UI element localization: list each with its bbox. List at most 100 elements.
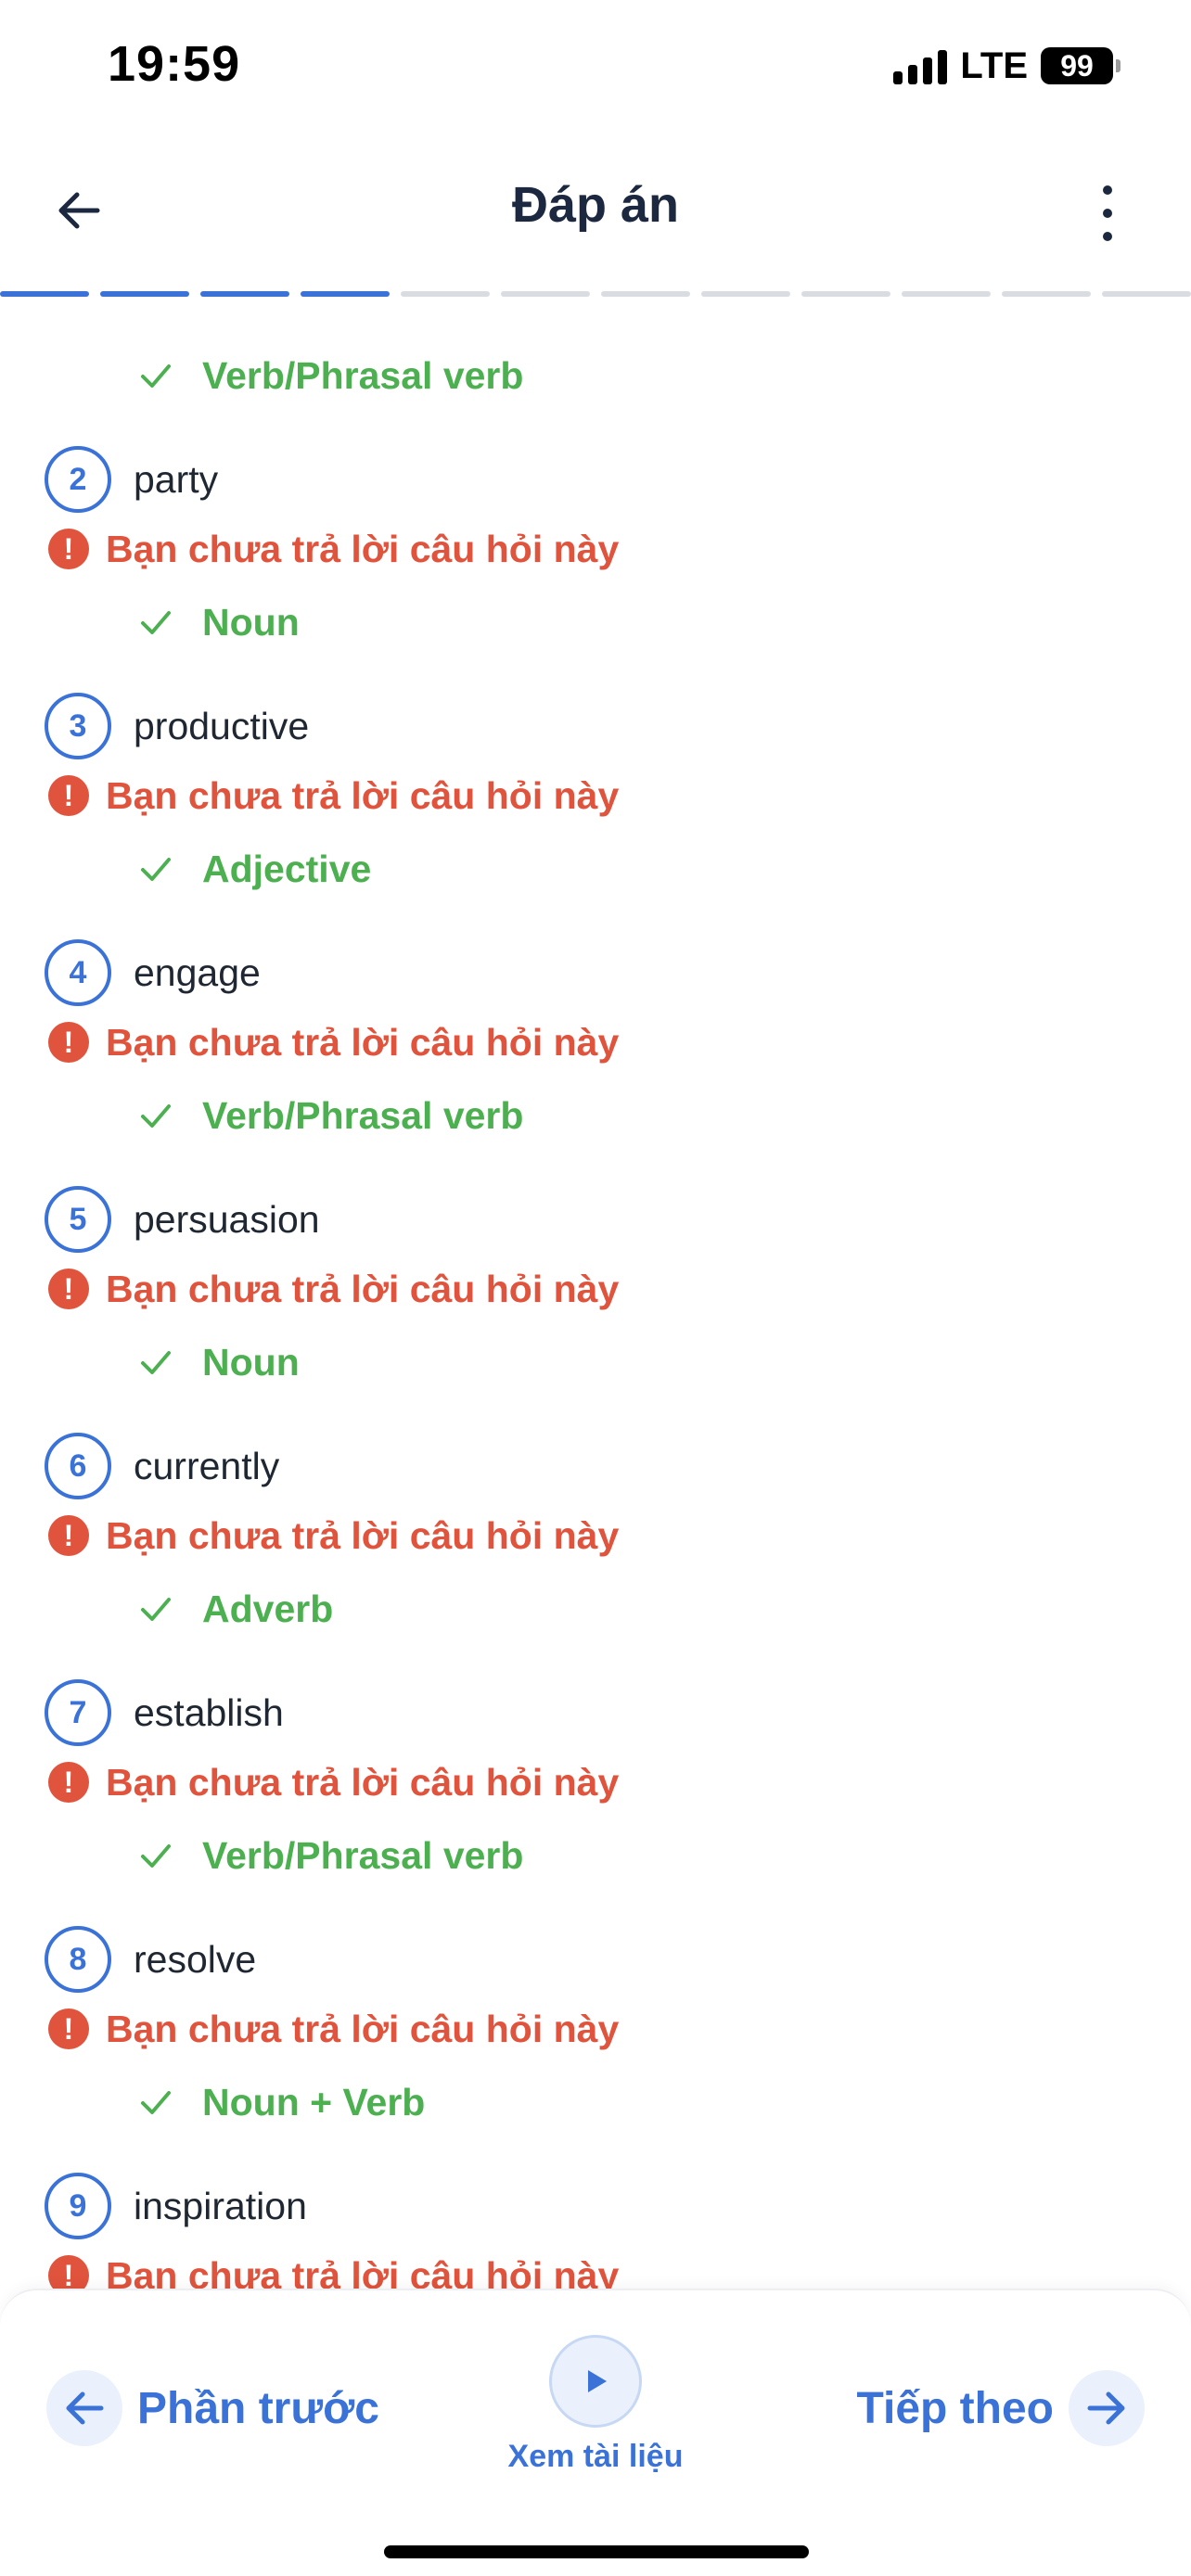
signal-icon — [893, 47, 948, 84]
unanswered-status: ! Bạn chưa trả lời câu hỏi này — [0, 1506, 1191, 1565]
previous-section-label: Phần trước — [137, 2383, 379, 2433]
exclamation-circle-icon: ! — [48, 1515, 89, 1556]
question-item: 4 engage ! Bạn chưa trả lời câu hỏi này … — [0, 933, 1191, 1148]
check-icon — [137, 1590, 174, 1627]
question-word: persuasion — [134, 1197, 320, 1241]
exclamation-circle-icon: ! — [48, 2009, 89, 2049]
question-row[interactable]: 7 establish — [0, 1673, 1191, 1753]
check-icon — [137, 1344, 174, 1381]
progress-segment — [0, 291, 89, 297]
arrow-right-icon — [1069, 2370, 1145, 2446]
question-row[interactable]: 6 currently — [0, 1426, 1191, 1506]
unanswered-status: ! Bạn chưa trả lời câu hỏi này — [0, 1753, 1191, 1812]
question-row[interactable]: 4 engage — [0, 933, 1191, 1013]
question-row[interactable]: 9 inspiration — [0, 2166, 1191, 2246]
question-word: productive — [134, 704, 310, 747]
progress-segment — [1102, 291, 1191, 297]
question-number: 7 — [45, 1679, 111, 1746]
question-row[interactable]: 2 party — [0, 440, 1191, 519]
question-word: party — [134, 457, 219, 501]
progress-segment — [701, 291, 790, 297]
next-label: Tiếp theo — [856, 2383, 1054, 2433]
exclamation-circle-icon: ! — [48, 1269, 89, 1309]
previous-section-button[interactable]: Phần trước — [46, 2370, 379, 2446]
question-number: 4 — [45, 939, 111, 1006]
correct-answer: Verb/Phrasal verb — [0, 1083, 1191, 1148]
bottom-navigation: Phần trước Xem tài liệu Tiếp theo — [0, 2289, 1191, 2576]
progress-segment — [902, 291, 991, 297]
correct-answer-text: Verb/Phrasal verb — [202, 1833, 524, 1877]
question-item: 5 persuasion ! Bạn chưa trả lời câu hỏi … — [0, 1180, 1191, 1395]
correct-answer-text: Adverb — [202, 1587, 334, 1630]
header: Đáp án — [0, 148, 1191, 269]
check-icon — [137, 357, 174, 394]
question-row[interactable]: 3 productive — [0, 686, 1191, 766]
home-indicator[interactable] — [384, 2545, 809, 2558]
unanswered-text: Bạn chưa trả lời câu hỏi này — [106, 1267, 620, 1310]
question-number: 9 — [45, 2173, 111, 2239]
correct-answer: Adjective — [0, 836, 1191, 901]
question-number: 3 — [45, 693, 111, 759]
exclamation-circle-icon: ! — [48, 1022, 89, 1063]
unanswered-status: ! Bạn chưa trả lời câu hỏi này — [0, 1259, 1191, 1319]
progress-segment — [501, 291, 590, 297]
progress-segment — [100, 291, 189, 297]
question-word: establish — [134, 1690, 284, 1734]
next-button[interactable]: Tiếp theo — [857, 2370, 1145, 2446]
question-number: 5 — [45, 1186, 111, 1253]
more-options-button[interactable] — [1089, 185, 1126, 241]
correct-answer-text: Verb/Phrasal verb — [202, 353, 524, 397]
question-item: 6 currently ! Bạn chưa trả lời câu hỏi n… — [0, 1426, 1191, 1641]
question-item: 8 resolve ! Bạn chưa trả lời câu hỏi này… — [0, 1919, 1191, 2135]
battery-icon: 99 — [1041, 47, 1121, 84]
view-document-label: Xem tài liệu — [507, 2439, 684, 2474]
question-row[interactable]: 5 persuasion — [0, 1180, 1191, 1259]
progress-segment — [200, 291, 289, 297]
question-item: 7 establish ! Bạn chưa trả lời câu hỏi n… — [0, 1673, 1191, 1888]
correct-answer: Noun + Verb — [0, 2070, 1191, 2135]
question-item: 2 party ! Bạn chưa trả lời câu hỏi này N… — [0, 440, 1191, 655]
unanswered-status: ! Bạn chưa trả lời câu hỏi này — [0, 1013, 1191, 1072]
progress-segment — [401, 291, 490, 297]
correct-answer: Adverb — [0, 1576, 1191, 1641]
unanswered-text: Bạn chưa trả lời câu hỏi này — [106, 527, 620, 570]
question-word: currently — [134, 1444, 280, 1487]
exclamation-circle-icon: ! — [48, 775, 89, 816]
unanswered-status: ! Bạn chưa trả lời câu hỏi này — [0, 519, 1191, 579]
unanswered-status: ! Bạn chưa trả lời câu hỏi này — [0, 766, 1191, 825]
question-number: 2 — [45, 446, 111, 513]
answer-review-screen: 19:59 LTE 99 Đáp án Verb/Phrasal verb 2 … — [0, 0, 1191, 2576]
question-word: resolve — [134, 1937, 257, 1981]
correct-answer: Verb/Phrasal verb — [0, 343, 1191, 408]
correct-answer-text: Noun + Verb — [202, 2080, 426, 2123]
correct-answer-text: Noun — [202, 600, 300, 644]
question-word: engage — [134, 950, 261, 994]
progress-segment — [1002, 291, 1091, 297]
check-icon — [137, 2084, 174, 2121]
correct-answer: Noun — [0, 590, 1191, 655]
correct-answer: Verb/Phrasal verb — [0, 1823, 1191, 1888]
more-vertical-icon — [1103, 185, 1112, 195]
status-time: 19:59 — [108, 36, 241, 92]
status-bar: 19:59 LTE 99 — [0, 0, 1191, 130]
network-label: LTE — [960, 45, 1028, 86]
question-word: inspiration — [134, 2184, 307, 2227]
check-icon — [137, 1097, 174, 1134]
correct-answer-text: Noun — [202, 1340, 300, 1384]
question-row[interactable]: 8 resolve — [0, 1919, 1191, 1999]
view-document-button[interactable]: Xem tài liệu — [493, 2335, 698, 2475]
check-icon — [137, 1837, 174, 1874]
question-number: 8 — [45, 1926, 111, 1993]
correct-answer-text: Verb/Phrasal verb — [202, 1093, 524, 1137]
unanswered-status: ! Bạn chưa trả lời câu hỏi này — [0, 1999, 1191, 2059]
unanswered-text: Bạn chưa trả lời câu hỏi này — [106, 1513, 620, 1557]
exclamation-circle-icon: ! — [48, 529, 89, 569]
correct-answer-text: Adjective — [202, 847, 372, 890]
check-icon — [137, 604, 174, 641]
answer-list: Verb/Phrasal verb 2 party ! Bạn chưa trả… — [0, 343, 1191, 2381]
unanswered-text: Bạn chưa trả lời câu hỏi này — [106, 2007, 620, 2050]
play-icon — [549, 2335, 642, 2428]
arrow-left-icon — [46, 2370, 122, 2446]
question-item: 3 productive ! Bạn chưa trả lời câu hỏi … — [0, 686, 1191, 901]
status-indicators: LTE 99 — [893, 43, 1121, 89]
